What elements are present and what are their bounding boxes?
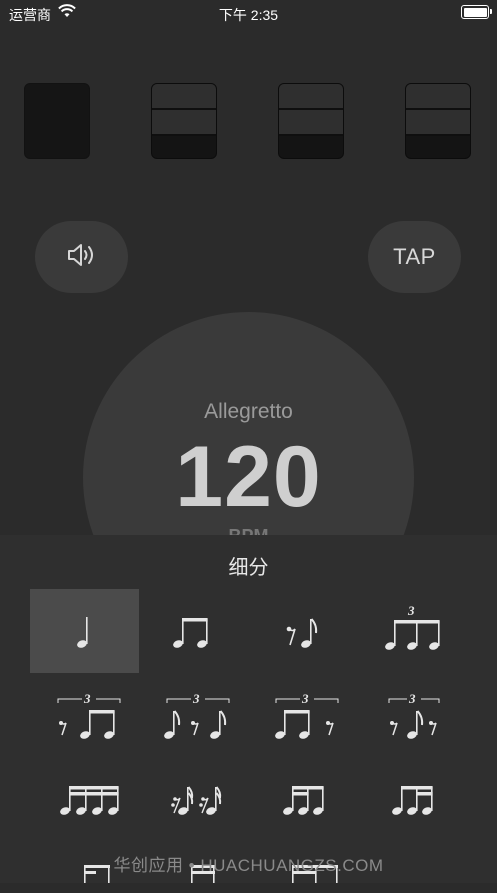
sheet-title: 细分 (228, 557, 269, 579)
four-sixteenths-icon (59, 786, 119, 815)
speaker-icon (65, 241, 99, 274)
bpm-value: 120 (175, 429, 322, 525)
subdivision-option-eighth-rest-eighth[interactable] (248, 589, 357, 673)
eighth-rest-eighth-icon (286, 618, 317, 648)
beat-indicator-3[interactable] (278, 83, 344, 159)
subdivision-option-four-sixteenths[interactable] (30, 753, 139, 837)
subdivision-option-two-sixteenths-eighth[interactable] (248, 753, 357, 837)
watermark: 华创应用 • HUACHUANGZS.COM (113, 856, 384, 875)
eighth-triplet-icon: 3 (384, 603, 440, 650)
tap-label: TAP (393, 244, 436, 269)
two-eighths-icon (172, 618, 208, 648)
sixteenth-rest-sixteenth-icon (170, 786, 221, 815)
clock: 下午 2:35 (218, 7, 279, 23)
tempo-name: Allegretto (204, 400, 293, 423)
quarter-note-icon (76, 617, 88, 648)
subdivision-option-eighth-two-sixteenths[interactable] (357, 753, 466, 837)
subdivision-option-triplet-rest-eighth-rest[interactable]: 3 (357, 677, 466, 761)
beat-indicators (0, 83, 497, 161)
battery-icon (461, 5, 492, 19)
svg-text:3: 3 (83, 691, 91, 706)
sound-toggle-button[interactable] (35, 221, 128, 293)
triplet-eighth-rest-eighth-icon: 3 (163, 691, 229, 739)
subdivision-option-sixteenth-rest-sixteenth-pairs[interactable] (139, 753, 248, 837)
svg-text:3: 3 (192, 691, 200, 706)
svg-text:3: 3 (301, 691, 309, 706)
subdivision-option-two-eighths[interactable] (139, 589, 248, 673)
subdivision-option-triplet-eighth-rest-eighth[interactable]: 3 (139, 677, 248, 761)
beat-indicator-1[interactable] (24, 83, 90, 159)
subdivision-sheet: 细分 3 3 3 3 3 华创应用 • HUACHUANGZS.COM (0, 535, 497, 883)
triplet-rest-eighth-rest-icon: 3 (388, 691, 439, 739)
triplet-two-eighths-rest-icon: 3 (274, 691, 338, 739)
beat-indicator-2[interactable] (151, 83, 217, 159)
eighth-two-sixteenths-icon (391, 786, 433, 815)
status-bar: 运营商 下午 2:35 (0, 0, 497, 26)
svg-text:3: 3 (407, 603, 415, 618)
subdivision-option-triplet-rest-two-eighths[interactable]: 3 (30, 677, 139, 761)
svg-text:3: 3 (408, 691, 416, 706)
subdivision-option-eighth-triplet[interactable]: 3 (357, 589, 466, 673)
subdivision-option-quarter[interactable] (30, 589, 139, 673)
beat-indicator-4[interactable] (405, 83, 471, 159)
two-sixteenths-eighth-icon (282, 786, 324, 815)
triplet-rest-two-eighths-icon: 3 (57, 691, 120, 739)
subdivision-option-triplet-two-eighths-rest[interactable]: 3 (248, 677, 357, 761)
tap-tempo-button[interactable]: TAP (368, 221, 461, 293)
